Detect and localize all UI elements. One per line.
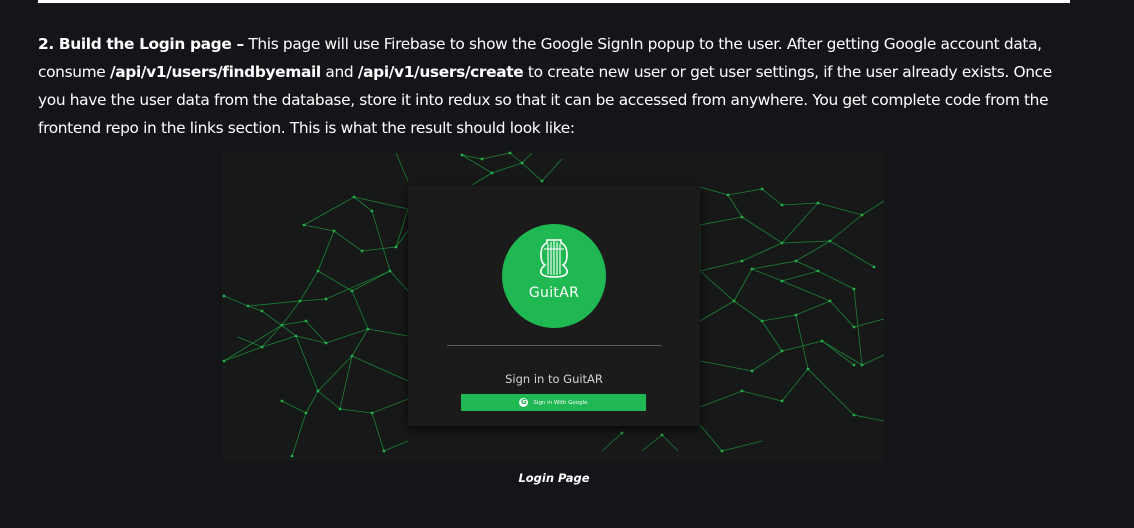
paragraph-text-2: and [320,63,358,81]
app-logo: GuitAR [502,224,606,328]
signin-heading: Sign in to GuitAR [505,372,603,386]
figure-caption: Login Page [518,471,590,485]
guitar-icon [540,239,568,278]
login-card: GuitAR Sign in to GuitAR G Sign in With … [408,186,700,426]
app-name: GuitAR [528,285,580,301]
top-divider [38,0,1070,3]
google-icon: G [519,398,529,407]
google-signin-button[interactable]: G Sign in With Google [461,394,646,411]
api-create-endpoint: /api/v1/users/create [357,63,524,81]
step-heading: 2. Build the Login page – [38,35,244,53]
step-paragraph: 2. Build the Login page – This page will… [38,30,1078,142]
card-divider [447,345,661,346]
login-page-screenshot: GuitAR Sign in to GuitAR G Sign in With … [222,151,884,461]
google-signin-label: Sign in With Google [533,399,588,406]
api-findbyemail-endpoint: /api/v1/users/findbyemail [109,63,321,81]
